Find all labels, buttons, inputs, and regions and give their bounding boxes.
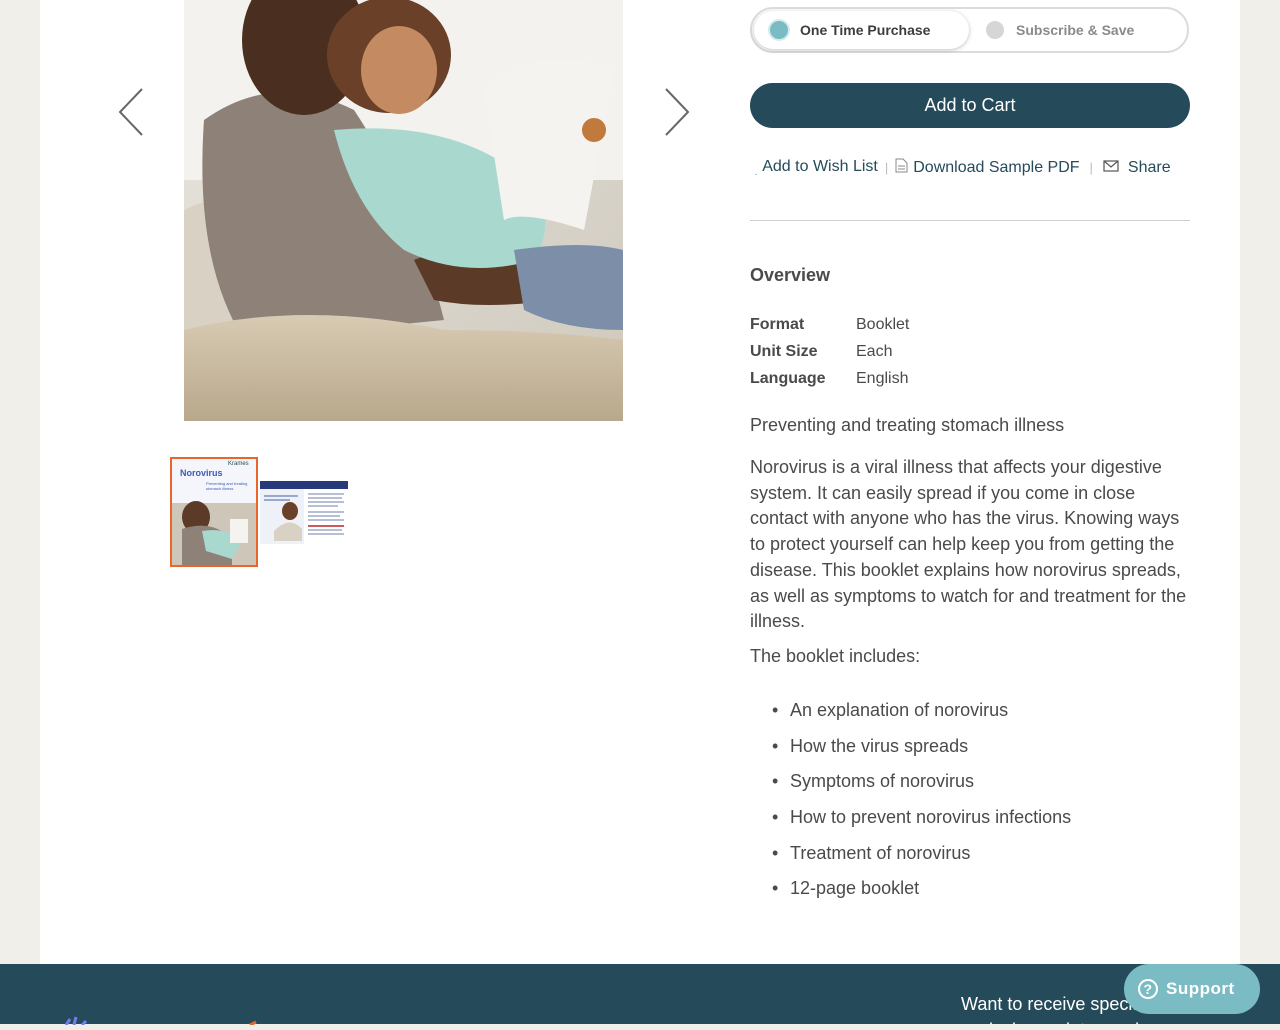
previous-image-arrow-icon[interactable] <box>114 86 148 138</box>
download-sample-pdf-link[interactable]: Download Sample PDF <box>895 158 1080 178</box>
download-label: Download Sample PDF <box>913 159 1080 176</box>
heart-icon: . <box>755 167 758 177</box>
thumbnail-inside-pages[interactable] <box>260 481 348 544</box>
add-to-cart-button[interactable]: Add to Cart <box>750 83 1190 128</box>
radio-selected-icon <box>770 21 788 39</box>
footer-logo-icon <box>60 1012 280 1030</box>
list-item: Symptoms of norovirus <box>772 771 1071 807</box>
spec-key: Format <box>750 316 805 333</box>
spec-row: Unit Size Each <box>750 343 909 370</box>
product-tagline: Preventing and treating stomach illness <box>750 415 1065 435</box>
separator: | <box>884 159 889 175</box>
support-button[interactable]: ? Support <box>1124 964 1260 1014</box>
product-description: Norovirus is a viral illness that affect… <box>750 457 1187 632</box>
thumbnail-cover[interactable]: Krames Norovirus Preventing and treating… <box>170 457 258 567</box>
spec-value: English <box>856 370 909 387</box>
separator: | <box>1089 159 1093 175</box>
document-icon <box>895 158 908 178</box>
one-time-purchase-label: One Time Purchase <box>800 22 931 38</box>
product-main-image <box>184 0 623 421</box>
spec-key: Language <box>750 370 826 387</box>
list-item: How the virus spreads <box>772 736 1071 772</box>
includes-heading: The booklet includes: <box>750 646 921 666</box>
support-label: Support <box>1166 979 1235 998</box>
product-specs: Format Booklet Unit Size Each Language E… <box>750 316 909 397</box>
overview-heading: Overview <box>750 265 831 285</box>
spec-value: Booklet <box>856 316 910 333</box>
envelope-icon <box>1103 159 1119 177</box>
spec-value: Each <box>856 343 893 360</box>
help-icon: ? <box>1138 979 1158 999</box>
spec-key: Unit Size <box>750 343 818 360</box>
add-to-wish-list-link[interactable]: . Add to Wish List <box>755 158 878 177</box>
spec-row: Format Booklet <box>750 316 909 343</box>
next-image-arrow-icon[interactable] <box>660 86 694 138</box>
list-item: 12-page booklet <box>772 878 1071 914</box>
spec-row: Language English <box>750 370 909 397</box>
share-link[interactable]: Share <box>1103 159 1171 177</box>
product-actions: . Add to Wish List | Download Sample PDF… <box>755 156 1171 178</box>
subscribe-save-label: Subscribe & Save <box>1016 22 1135 38</box>
thumbnail-title: Norovirus <box>180 468 223 478</box>
one-time-purchase-option[interactable]: One Time Purchase <box>754 11 969 49</box>
includes-list: An explanation of norovirus How the viru… <box>772 700 1071 914</box>
divider <box>750 220 1190 221</box>
share-label: Share <box>1127 159 1171 176</box>
wish-list-label: Add to Wish List <box>762 158 878 175</box>
thumbnail-brand: Krames <box>228 461 249 467</box>
list-item: Treatment of norovirus <box>772 843 1071 879</box>
subscribe-save-option[interactable]: Subscribe & Save <box>984 11 1184 49</box>
list-item: An explanation of norovirus <box>772 700 1071 736</box>
list-item: How to prevent norovirus infections <box>772 807 1071 843</box>
radio-unselected-icon <box>986 21 1004 39</box>
thumbnail-subtitle: Preventing and treating stomach illness <box>206 481 248 491</box>
purchase-type-toggle: One Time Purchase Subscribe & Save <box>750 7 1189 53</box>
